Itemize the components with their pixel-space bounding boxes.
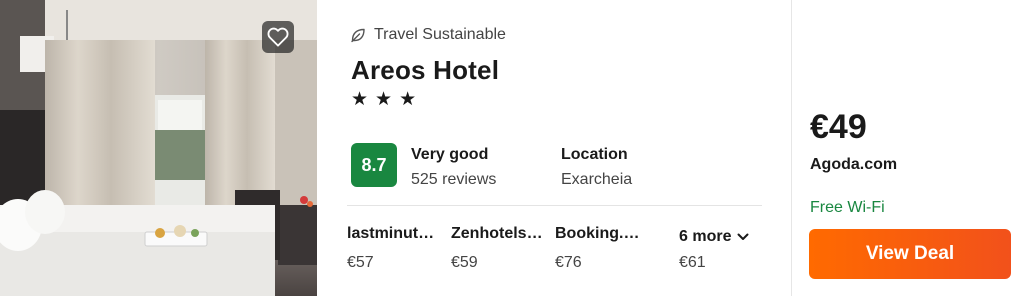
provider-price-list: lastminut… €57 Zenhotels… €59 Booking.c…… (347, 225, 767, 277)
review-score-badge[interactable]: 8.7 (351, 143, 397, 187)
provider-name: Booking.c… (555, 225, 647, 242)
heart-icon (267, 27, 289, 47)
location-label: Location (561, 146, 628, 163)
more-providers-label: 6 more (679, 228, 732, 245)
chevron-down-icon (737, 233, 749, 240)
favorite-button[interactable] (262, 21, 294, 53)
travel-sustainable-badge: Travel Sustainable (350, 26, 506, 44)
provider-name: Zenhotels… (451, 225, 543, 242)
hotel-photo[interactable] (0, 0, 317, 296)
star-icon: ★ (399, 88, 417, 110)
provider-option[interactable]: Zenhotels… €59 (451, 225, 543, 272)
provider-name: lastminut… (347, 225, 435, 242)
section-divider (347, 205, 762, 206)
provider-price: €76 (555, 254, 582, 271)
star-rating: ★ ★ ★ (351, 88, 416, 110)
more-providers-button[interactable]: 6 more €61 (679, 225, 769, 272)
star-icon: ★ (351, 88, 369, 110)
deal-provider: Agoda.com (810, 156, 898, 173)
deal-price: €49 (810, 108, 867, 146)
amenity-free-wifi: Free Wi-Fi (810, 199, 885, 216)
hotel-name[interactable]: Areos Hotel (351, 55, 499, 86)
star-icon: ★ (375, 88, 393, 110)
hotel-info: Travel Sustainable Areos Hotel ★ ★ ★ 8.7… (317, 0, 791, 296)
location-value: Exarcheia (561, 171, 633, 188)
view-deal-button[interactable]: View Deal (809, 229, 1011, 279)
provider-price: €57 (347, 254, 374, 271)
more-providers-price: €61 (679, 254, 706, 271)
travel-sustainable-label: Travel Sustainable (374, 26, 506, 43)
leaf-icon (351, 28, 365, 43)
review-count[interactable]: 525 reviews (411, 171, 496, 189)
deal-panel: €49 Agoda.com Free Wi-Fi View Deal (792, 0, 1024, 296)
review-rating-label: Very good (411, 146, 489, 163)
provider-option[interactable]: Booking.c… €76 (555, 225, 647, 272)
hotel-result-card: Travel Sustainable Areos Hotel ★ ★ ★ 8.7… (0, 0, 1024, 296)
provider-option[interactable]: lastminut… €57 (347, 225, 439, 272)
provider-price: €59 (451, 254, 478, 271)
